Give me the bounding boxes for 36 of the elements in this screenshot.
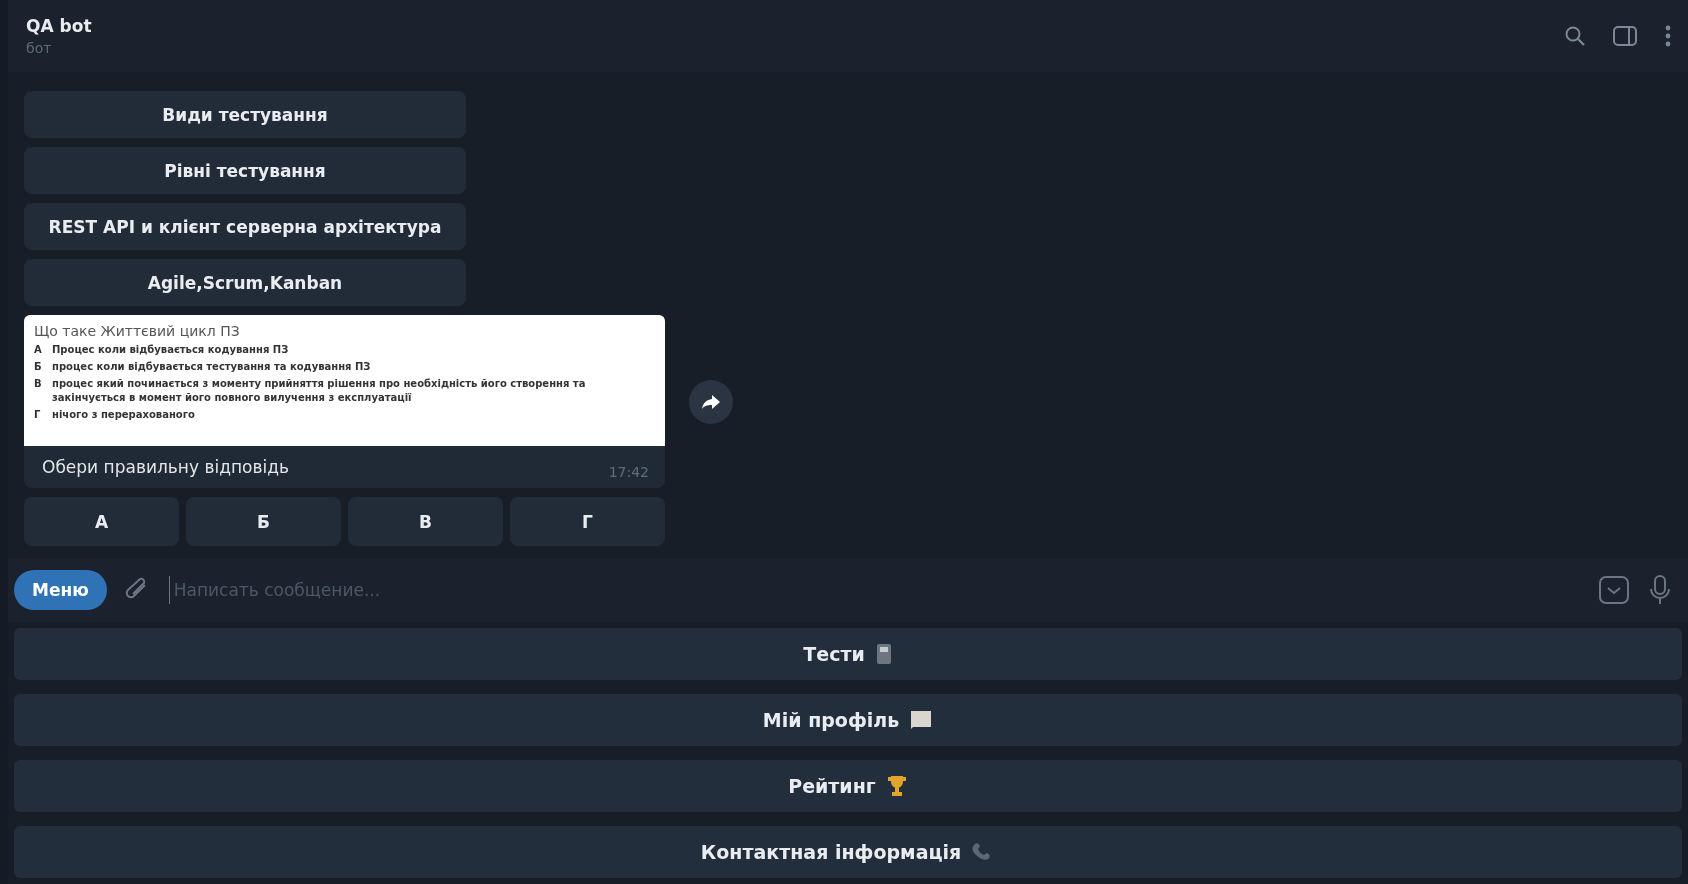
inline-button[interactable]: Рівні тестування [24, 147, 466, 194]
forward-button[interactable] [689, 379, 733, 424]
option-text: нічого з перерахованого [52, 408, 195, 422]
answer-button[interactable]: Г [510, 497, 665, 546]
search-icon[interactable] [1564, 25, 1586, 47]
option-text: процес коли відбувається тестування та кодування ПЗ [52, 360, 371, 374]
chat-subtitle: бот [26, 40, 53, 56]
menu-button[interactable]: Меню [14, 570, 107, 610]
forward-icon [701, 393, 721, 410]
keyboard-button[interactable]: Тести [14, 628, 1682, 680]
microphone-icon[interactable] [1648, 574, 1672, 606]
option-text: Процес коли відбувається кодування ПЗ [52, 343, 289, 357]
inline-button[interactable]: Agile,Scrum,Kanban [24, 259, 466, 306]
keyboard-toggle-icon[interactable] [1598, 575, 1630, 605]
sidebar-toggle-icon[interactable] [1612, 25, 1638, 47]
trophy-icon [885, 774, 908, 798]
option-letter: Г [34, 408, 42, 422]
keyboard-button[interactable]: Рейтинг [14, 760, 1682, 812]
inline-button[interactable]: REST API и клієнт серверна архітектура [24, 203, 466, 250]
answer-button[interactable]: В [348, 497, 503, 546]
notebook-icon [874, 643, 893, 665]
composer-bar[interactable]: Меню Написать сообщение... [8, 558, 1688, 622]
more-icon[interactable] [1664, 24, 1672, 48]
answer-button[interactable]: Б [186, 497, 341, 546]
option-letter: А [34, 343, 43, 357]
keyboard-button[interactable]: Мій профіль [14, 694, 1682, 746]
question-title: Що таке Життєвий цикл ПЗ [34, 323, 241, 339]
keyboard-button[interactable]: Контактная інформація [14, 826, 1682, 878]
answer-button[interactable]: А [24, 497, 179, 546]
inline-button[interactable]: Види тестування [24, 91, 466, 138]
option-letter: В [34, 377, 43, 391]
chat-title: QA bot [26, 16, 92, 36]
message-time: 17:42 [608, 464, 649, 480]
message-caption: Обери правильну відповідь [42, 457, 289, 477]
message-input[interactable]: Написать сообщение... [168, 576, 1580, 604]
option-letter: Б [34, 360, 43, 374]
